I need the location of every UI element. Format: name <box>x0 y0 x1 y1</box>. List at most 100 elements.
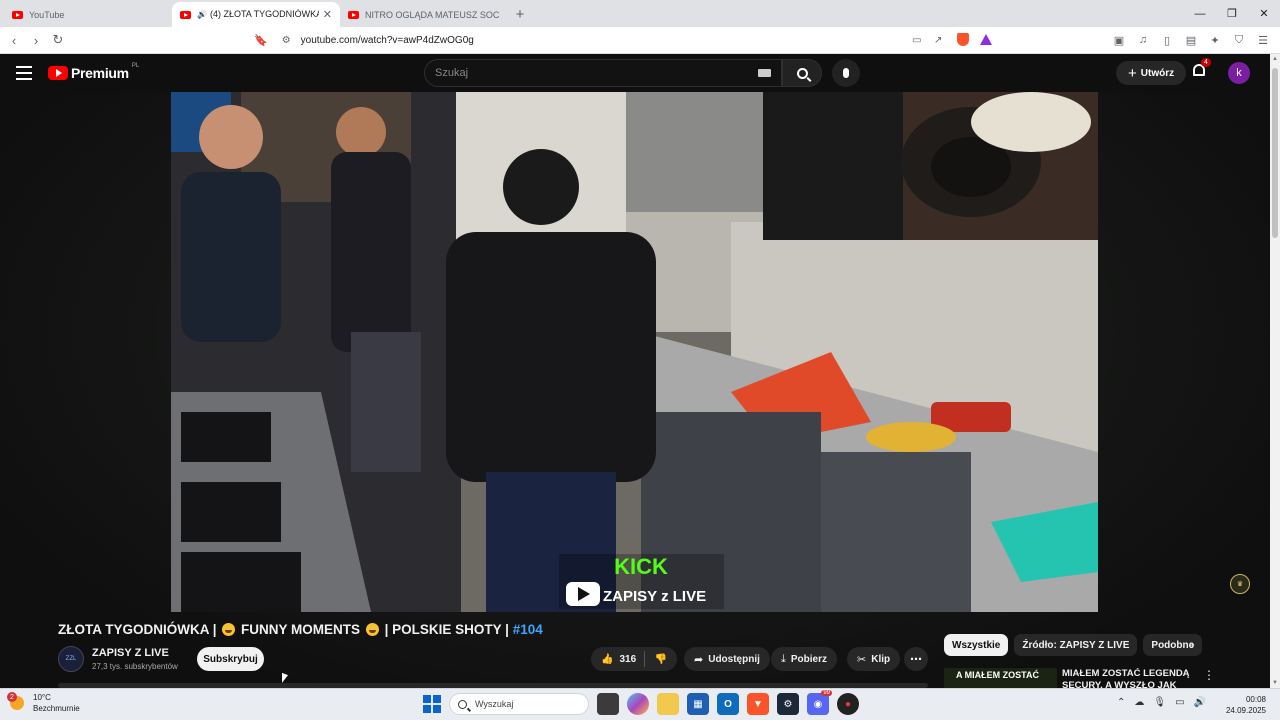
system-clock[interactable]: 00:08 24.09.2025 <box>1226 694 1266 716</box>
close-tab-icon[interactable]: ✕ <box>323 8 332 21</box>
chevron-right-icon[interactable]: › <box>1190 636 1195 652</box>
create-button[interactable]: + Utwórz <box>1116 61 1187 85</box>
calendar-app-icon[interactable]: ▦ <box>687 693 709 715</box>
tab-label: YouTube <box>29 9 65 20</box>
address-bar[interactable]: 🔖 ⚙ youtube.com/watch?v=awP4dZwOG0g ▭ ↗ <box>254 29 999 51</box>
network-icon[interactable]: ▭ <box>1175 697 1184 708</box>
vpn-shield-icon[interactable]: ⛉ <box>1230 30 1248 50</box>
share-button[interactable]: ➦ Udostępnij <box>684 647 770 671</box>
search-button[interactable] <box>782 59 822 87</box>
laughing-emoji-icon <box>222 623 236 636</box>
new-tab-button[interactable]: + <box>508 2 532 27</box>
brave-shield-icon[interactable] <box>957 33 969 49</box>
file-explorer-icon[interactable] <box>657 693 679 715</box>
bookmark-icon[interactable]: 🔖 <box>254 34 268 47</box>
related-chips: Wszystkie Źródło: ZAPISY Z LIVE Podobne <box>944 634 1203 656</box>
youtube-premium-logo[interactable]: Premium PL <box>48 63 139 81</box>
restore-icon[interactable]: ❐ <box>1216 0 1248 27</box>
dislike-button[interactable]: 👎 <box>645 647 677 671</box>
guide-menu-icon[interactable] <box>16 66 32 84</box>
recommended-thumbnail[interactable]: A MIAŁEM ZOSTAĆ <box>944 668 1057 688</box>
channel-watermark-icon[interactable]: ♛ <box>1230 574 1250 594</box>
sidebar-icon[interactable]: ▯ <box>1158 30 1176 50</box>
channel-avatar[interactable]: ZZL <box>58 646 84 672</box>
brave-rewards-icon[interactable] <box>980 34 992 48</box>
site-info-icon[interactable]: ⚙ <box>282 35 291 46</box>
video-player[interactable]: KICK ZAPISY z LIVE <box>171 92 1098 612</box>
scroll-up-icon[interactable]: ▲ <box>1272 56 1278 62</box>
weather-widget[interactable]: 2 10°C Bezchmurnie <box>7 692 80 714</box>
more-vertical-icon[interactable]: ⋮ <box>1203 668 1215 682</box>
chip-source[interactable]: Źródło: ZAPISY Z LIVE <box>1014 634 1138 656</box>
search-icon <box>796 67 808 79</box>
clip-button[interactable]: ✂ Klip <box>847 647 901 671</box>
taskbar-search[interactable]: Wyszukaj <box>449 693 589 715</box>
share-label: Udostępnij <box>708 653 760 665</box>
search-placeholder: Szukaj <box>435 67 469 79</box>
steam-icon[interactable]: ⚙ <box>777 693 799 715</box>
weather-sun-icon: 2 <box>7 692 24 710</box>
leo-ai-icon[interactable]: ✦ <box>1206 30 1224 50</box>
account-avatar[interactable]: k <box>1228 62 1250 84</box>
onedrive-icon[interactable]: ☁ <box>1134 697 1144 708</box>
chip-all[interactable]: Wszystkie <box>944 634 1009 656</box>
clock-date: 24.09.2025 <box>1225 706 1266 715</box>
tab-youtube[interactable]: YouTube <box>4 2 172 27</box>
task-view-icon[interactable] <box>597 693 619 715</box>
menu-icon[interactable]: ☰ <box>1254 30 1272 50</box>
page-scrollbar[interactable]: ▲ ▼ <box>1270 54 1280 688</box>
like-button[interactable]: 👍 316 <box>591 647 644 671</box>
outlook-icon[interactable]: O <box>717 693 739 715</box>
more-horizontal-icon: ⋯ <box>910 652 922 666</box>
volume-icon[interactable]: 🔊 <box>1194 697 1206 708</box>
scrollbar-thumb[interactable] <box>1272 68 1278 238</box>
video-frame-kitchen: KICK ZAPISY z LIVE <box>171 92 1098 612</box>
share-icon[interactable]: ↗ <box>934 35 942 46</box>
more-actions-button[interactable]: ⋯ <box>904 647 928 671</box>
windows-taskbar: 2 10°C Bezchmurnie Wyszukaj ▦ O ▼ ⚙ ◉ 99 … <box>0 688 1280 720</box>
voice-search-button[interactable] <box>832 59 860 87</box>
copilot-icon[interactable] <box>627 693 649 715</box>
reload-icon[interactable]: ↻ <box>47 29 69 51</box>
download-icon: ⤓ <box>781 652 786 665</box>
scissors-icon: ✂ <box>857 653 867 666</box>
microphone-icon[interactable]: 🎙 <box>1153 697 1166 708</box>
logo-word: Premium <box>71 65 129 81</box>
subscribe-button[interactable]: Subskrybuj <box>197 647 264 671</box>
toolbar-right-icons: ▣ ♫ ▯ ▤ ✦ ⛉ ☰ <box>1110 30 1272 50</box>
plus-icon: + <box>1128 64 1137 82</box>
browser-toolbar: ‹ › ↻ 🔖 ⚙ youtube.com/watch?v=awP4dZwOG0… <box>0 27 1280 54</box>
app-red-dot-icon[interactable]: ● <box>837 693 859 715</box>
wallet-icon[interactable]: ▤ <box>1182 30 1200 50</box>
keyboard-icon[interactable] <box>758 69 771 77</box>
music-icon[interactable]: ♫ <box>1134 30 1152 50</box>
notification-badge: 4 <box>1201 58 1211 67</box>
title-hashtag-link[interactable]: #104 <box>513 622 543 637</box>
minimize-icon[interactable]: — <box>1184 0 1216 27</box>
cast-icon[interactable]: ▭ <box>912 35 921 46</box>
discord-icon[interactable]: ◉ 99 <box>807 690 832 715</box>
tab-search-icon[interactable]: ▣ <box>1110 30 1128 50</box>
rec-thumb-text: A MIAŁEM ZOSTAĆ <box>956 670 1039 680</box>
tray-overflow-icon[interactable]: ⌃ <box>1117 697 1125 708</box>
tab-nitro[interactable]: NITRO OGLĄDA MATEUSZ SOCHA E <box>340 2 508 27</box>
channel-name[interactable]: ZAPISY Z LIVE <box>92 647 169 659</box>
title-part1: ZŁOTA TYGODNIÓWKA | <box>58 622 217 637</box>
scroll-down-icon[interactable]: ▼ <box>1272 680 1278 686</box>
notifications-button[interactable]: 4 <box>1192 58 1211 80</box>
download-button[interactable]: ⤓ Pobierz <box>771 647 837 671</box>
channel-subscribers: 27,3 tys. subskrybentów <box>92 662 178 671</box>
close-window-icon[interactable]: ✕ <box>1248 0 1280 27</box>
recommended-title[interactable]: MIAŁEM ZOSTAĆ LEGENDĄ SECURY, A WYSZŁO J… <box>1062 668 1192 688</box>
brave-browser-icon[interactable]: ▼ <box>747 693 769 715</box>
speaker-icon[interactable]: 🔊 <box>197 10 207 19</box>
search-input[interactable]: Szukaj <box>424 59 782 87</box>
tab-current-video[interactable]: 🔊 (4) ZŁOTA TYGODNIÓWKA | 😂 ✕ <box>172 2 340 27</box>
back-icon[interactable]: ‹ <box>3 29 25 51</box>
url-text[interactable]: youtube.com/watch?v=awP4dZwOG0g <box>301 35 474 46</box>
discord-badge: 99 <box>821 690 832 696</box>
share-arrow-icon: ➦ <box>694 653 704 666</box>
forward-icon[interactable]: › <box>25 29 47 51</box>
youtube-favicon-icon <box>12 10 23 19</box>
windows-start-icon[interactable] <box>423 695 441 713</box>
